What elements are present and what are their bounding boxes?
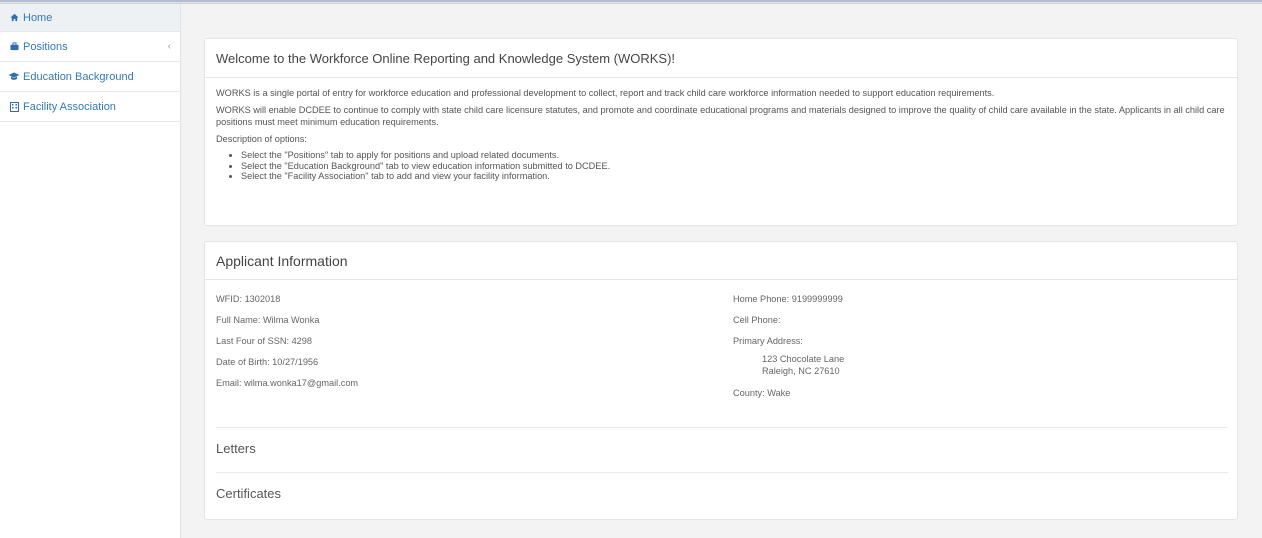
briefcase-icon (8, 42, 20, 51)
sidebar: Home Positions ‹ Education Background Fa… (0, 4, 181, 538)
letters-section[interactable]: Letters (216, 427, 1228, 469)
graduation-cap-icon (8, 72, 20, 81)
sidebar-item-facility-association[interactable]: Facility Association (0, 92, 180, 122)
welcome-panel: Welcome to the Workforce Online Reportin… (204, 38, 1238, 226)
sidebar-item-label: Home (23, 11, 53, 24)
wfid: WFID: 1302018 (216, 294, 281, 304)
sidebar-item-label: Positions (23, 40, 68, 53)
sidebar-item-label: Facility Association (23, 100, 116, 113)
primary-address-label: Primary Address: (733, 336, 803, 346)
applicant-panel: Applicant Information WFID: 1302018 Full… (204, 241, 1238, 520)
full-name: Full Name: Wilma Wonka (216, 315, 320, 325)
address-line-1: 123 Chocolate Lane (762, 354, 845, 364)
applicant-info-right: Home Phone: 9199999999 Cell Phone: Prima… (733, 294, 844, 409)
sidebar-item-label: Education Background (23, 70, 134, 83)
chevron-left-icon[interactable]: ‹ (168, 41, 171, 52)
list-item: Select the "Facility Association" tab to… (241, 171, 1226, 182)
cell-phone: Cell Phone: (733, 315, 781, 325)
list-item: Select the "Education Background" tab to… (241, 161, 1226, 172)
applicant-title: Applicant Information (205, 242, 1237, 280)
ssn-last-four: Last Four of SSN: 4298 (216, 336, 313, 346)
options-list: Select the "Positions" tab to apply for … (241, 150, 1226, 182)
sidebar-item-home[interactable]: Home (0, 4, 180, 32)
certificates-section[interactable]: Certificates (216, 472, 1228, 514)
county: County: Wake (733, 388, 791, 398)
building-icon (8, 101, 20, 112)
welcome-paragraph-1: WORKS is a single portal of entry for wo… (216, 88, 995, 98)
welcome-title: Welcome to the Workforce Online Reportin… (205, 39, 1237, 78)
address-line-2: Raleigh, NC 27610 (762, 366, 840, 376)
home-phone: Home Phone: 9199999999 (733, 294, 843, 304)
welcome-paragraph-2: WORKS will enable DCDEE to continue to c… (216, 105, 1225, 127)
email: Email: wilma.wonka17@gmail.com (216, 378, 359, 388)
sidebar-item-positions[interactable]: Positions ‹ (0, 32, 180, 62)
date-of-birth: Date of Birth: 10/27/1956 (216, 357, 319, 367)
main-content: Welcome to the Workforce Online Reportin… (181, 4, 1262, 538)
description-label: Description of options: (216, 134, 307, 144)
home-icon (8, 13, 20, 22)
applicant-info-left: WFID: 1302018 Full Name: Wilma Wonka Las… (216, 294, 358, 399)
sidebar-item-education-background[interactable]: Education Background (0, 62, 180, 92)
list-item: Select the "Positions" tab to apply for … (241, 150, 1226, 161)
